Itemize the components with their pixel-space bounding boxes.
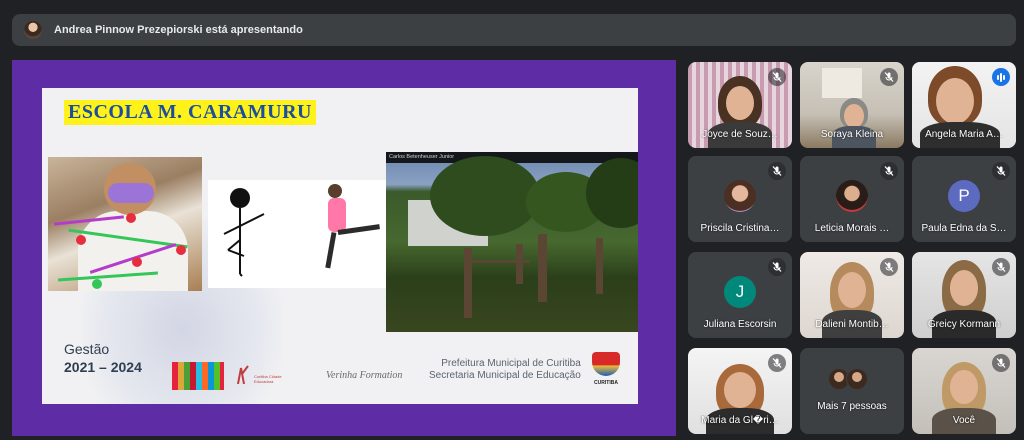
participant-name: Paula Edna da S… bbox=[921, 223, 1007, 234]
cidade-educadora-logo: Curitiba Cidade Educadora bbox=[236, 362, 290, 390]
presenter-bar: Andrea Pinnow Prezepiorski está apresent… bbox=[12, 14, 1016, 46]
participant-tile-priscila[interactable]: Priscila Cristina… bbox=[688, 156, 792, 242]
sdg-logo bbox=[172, 362, 224, 390]
mic-off-icon bbox=[992, 162, 1010, 180]
presenter-avatar bbox=[24, 21, 42, 39]
curitiba-crest-icon bbox=[592, 352, 620, 376]
participant-tile-greicy[interactable]: Greicy Kormann bbox=[912, 252, 1016, 338]
mic-off-icon bbox=[768, 162, 786, 180]
participant-name: Priscila Cristina… bbox=[700, 223, 780, 234]
participant-tile-juliana[interactable]: J Juliana Escorsin bbox=[688, 252, 792, 338]
logo-text: Curitiba Cidade Educadora bbox=[254, 374, 282, 384]
participant-name: Maria da Gl�ri… bbox=[701, 415, 779, 426]
more-participants-tile[interactable]: Mais 7 pessoas bbox=[800, 348, 904, 434]
mic-off-icon bbox=[992, 354, 1010, 372]
participant-name: Angela Maria A… bbox=[925, 129, 1003, 140]
participant-tile-angela[interactable]: Angela Maria A… bbox=[912, 62, 1016, 148]
mic-off-icon bbox=[880, 162, 898, 180]
slide-title: ESCOLA M. CARAMURU bbox=[64, 100, 316, 125]
gestao-block: Gestão 2021 – 2024 bbox=[64, 340, 142, 376]
participant-name: Juliana Escorsin bbox=[703, 319, 777, 330]
presentation-slide: ESCOLA M. CARAMURU Carlos Betenheuser Ju… bbox=[42, 88, 638, 404]
avatar bbox=[836, 180, 868, 212]
park-photo: Carlos Betenheuser Junior bbox=[386, 152, 638, 332]
participant-tile-maria[interactable]: Maria da Gl�ri… bbox=[688, 348, 792, 434]
mic-off-icon bbox=[880, 258, 898, 276]
mic-off-icon bbox=[768, 68, 786, 86]
participant-tile-leticia[interactable]: Leticia Morais … bbox=[800, 156, 904, 242]
participant-name: Greicy Kormann bbox=[927, 319, 1001, 330]
screen-share[interactable]: ESCOLA M. CARAMURU Carlos Betenheuser Ju… bbox=[12, 60, 676, 436]
participant-name: Soraya Kleina bbox=[820, 129, 884, 140]
mic-off-icon bbox=[768, 354, 786, 372]
mic-off-icon bbox=[880, 68, 898, 86]
avatar: J bbox=[724, 276, 756, 308]
participant-name: Leticia Morais … bbox=[814, 223, 890, 234]
participant-name: Joyce de Souz… bbox=[702, 129, 778, 140]
participant-tile-soraya[interactable]: Soraya Kleina bbox=[800, 62, 904, 148]
participant-tile-joyce[interactable]: Joyce de Souz… bbox=[688, 62, 792, 148]
mic-off-icon bbox=[992, 258, 1010, 276]
participant-tile-dalieni[interactable]: Dalieni Montib… bbox=[800, 252, 904, 338]
prefeitura-line1: Prefeitura Municipal de Curitiba bbox=[441, 358, 581, 369]
participant-name: Você bbox=[952, 415, 976, 426]
participant-tile-self[interactable]: Você bbox=[912, 348, 1016, 434]
avatar bbox=[724, 180, 756, 212]
participant-name: Dalieni Montib… bbox=[815, 319, 889, 330]
mic-off-icon bbox=[768, 258, 786, 276]
more-participants-label: Mais 7 pessoas bbox=[817, 401, 887, 412]
prefeitura-text: Prefeitura Municipal de Curitiba Secreta… bbox=[429, 358, 581, 382]
participant-tile-paula[interactable]: P Paula Edna da S… bbox=[912, 156, 1016, 242]
stick-figure-panel bbox=[208, 180, 386, 288]
gestao-label: Gestão bbox=[64, 341, 110, 357]
gestao-years: 2021 – 2024 bbox=[64, 359, 142, 375]
avatar: P bbox=[948, 180, 980, 212]
prefeitura-line2: Secretaria Municipal de Educação bbox=[429, 370, 581, 381]
child-activity-photo bbox=[48, 157, 202, 291]
more-participants-avatars bbox=[828, 368, 868, 390]
crest-label: CURITIBA bbox=[594, 380, 618, 386]
signature-logo: Verinha Formation bbox=[326, 370, 403, 381]
presenter-text: Andrea Pinnow Prezepiorski está apresent… bbox=[54, 24, 303, 36]
speaking-indicator-icon bbox=[992, 68, 1010, 86]
